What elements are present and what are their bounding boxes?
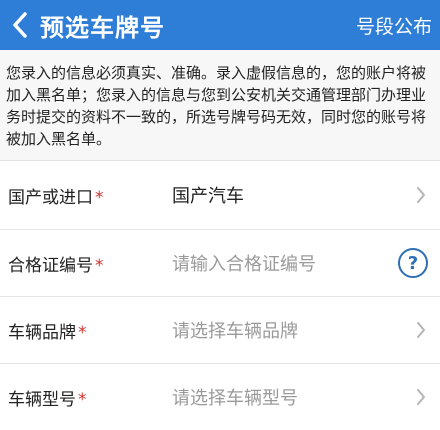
required-mark: * [78,322,87,343]
vehicle-brand-row[interactable]: 车辆品牌 * 请选择车辆品牌 [0,297,440,364]
vehicle-model-row[interactable]: 车辆型号 * 请选择车辆型号 [0,364,440,430]
required-mark: * [95,187,104,208]
back-button[interactable] [0,0,40,50]
app-header: 预选车牌号 号段公布 [0,0,440,50]
certificate-number-row[interactable]: 合格证编号 * 请输入合格证编号 ? [0,230,440,297]
vehicle-form: 国产或进口 * 国产汽车 合格证编号 * 请输入合格证编号 ? 车辆品牌 * 请选择车… [0,161,440,430]
origin-select-row[interactable]: 国产或进口 * 国产汽车 [0,161,440,230]
vehicle-brand-select[interactable]: 请选择车辆品牌 [172,317,298,343]
required-mark: * [78,389,87,410]
number-range-announcement-button[interactable]: 号段公布 [356,0,432,50]
required-mark: * [95,255,104,276]
chevron-right-icon [417,322,425,338]
field-label: 国产或进口 * [8,187,104,208]
chevron-right-icon [417,187,425,203]
chevron-left-icon [13,12,27,38]
chevron-right-icon [417,389,425,405]
certificate-number-input[interactable]: 请输入合格证编号 [172,250,316,276]
notice-text: 您录入的信息必须真实、准确。录入虚假信息的，您的账户将被加入黑名单；您录入的信息… [0,50,440,161]
field-label: 车辆品牌 * [8,322,87,343]
origin-value: 国产汽车 [172,186,244,207]
vehicle-model-select[interactable]: 请选择车辆型号 [172,384,298,410]
help-icon[interactable]: ? [398,248,428,278]
field-label: 合格证编号 * [8,255,104,276]
field-label: 车辆型号 * [8,389,87,410]
page-title: 预选车牌号 [40,13,165,42]
